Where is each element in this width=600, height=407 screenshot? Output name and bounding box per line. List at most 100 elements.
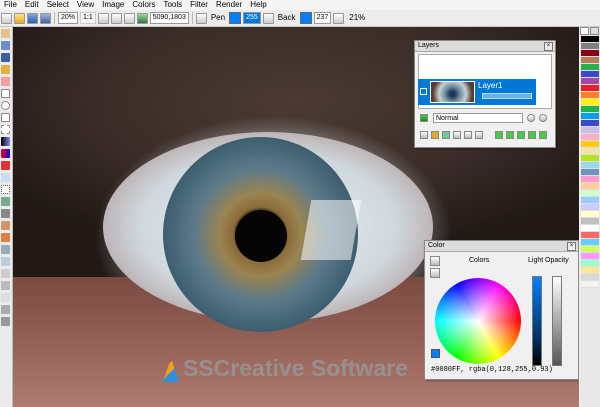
eyedropper-icon[interactable] <box>195 12 207 24</box>
palette-swatch[interactable] <box>581 183 599 190</box>
palette-swatch[interactable] <box>581 176 599 183</box>
menu-colors[interactable]: Colors <box>128 0 159 10</box>
palette-swatch[interactable] <box>581 134 599 141</box>
palette-swatch[interactable] <box>581 267 599 274</box>
palette-swatch[interactable] <box>581 232 599 239</box>
swap-colors-icon[interactable] <box>262 12 274 24</box>
polygon-tool-icon[interactable] <box>1 113 10 122</box>
menu-image[interactable]: Image <box>98 0 128 10</box>
palette-swatch[interactable] <box>581 113 599 120</box>
eraser-tool-icon[interactable] <box>1 77 10 86</box>
palette-swatch[interactable] <box>581 50 599 57</box>
layer-properties-icon[interactable] <box>475 131 483 139</box>
new-file-icon[interactable] <box>1 12 12 24</box>
text-tool-icon[interactable] <box>1 173 10 182</box>
color-value-text[interactable]: #0080FF, rgba(0,128,255,0.93) <box>431 366 553 374</box>
palette-swatch[interactable] <box>581 162 599 169</box>
palette-swatch[interactable] <box>581 253 599 260</box>
menu-select[interactable]: Select <box>43 0 73 10</box>
grid-icon[interactable] <box>333 12 345 24</box>
zoom-fit-icon[interactable] <box>123 12 135 24</box>
line-tool-icon[interactable] <box>1 293 10 302</box>
zoom-out-icon[interactable] <box>527 114 535 122</box>
color-wheel[interactable] <box>435 278 521 364</box>
pencil-tool-icon[interactable] <box>1 41 10 50</box>
blur-tool-icon[interactable] <box>1 269 10 278</box>
palette-swatch[interactable] <box>581 211 599 218</box>
palette-swatch[interactable] <box>581 148 599 155</box>
pen-value-field[interactable]: 255 <box>243 12 261 24</box>
palette-swatch[interactable] <box>581 78 599 85</box>
stamp-tool-icon[interactable] <box>1 161 10 170</box>
menu-filter[interactable]: Filter <box>186 0 212 10</box>
sharpen-tool-icon[interactable] <box>1 281 10 290</box>
rectangle-tool-icon[interactable] <box>1 89 10 98</box>
lasso-tool-icon[interactable] <box>1 125 10 134</box>
image-canvas[interactable]: SSCreative Software Layers × Layer1 Norma… <box>13 27 579 407</box>
brush-tool-icon[interactable] <box>1 53 10 62</box>
palette-swatch[interactable] <box>581 64 599 71</box>
palette-swatch[interactable] <box>581 99 599 106</box>
zoom-field[interactable]: 20% <box>58 12 79 24</box>
flip-horizontal-icon[interactable] <box>517 131 525 139</box>
back-color-swatch[interactable] <box>299 12 312 24</box>
delete-layer-icon[interactable] <box>464 131 472 139</box>
layer-opacity-bar[interactable] <box>482 93 532 99</box>
palette-icon[interactable] <box>430 256 440 266</box>
close-icon[interactable]: × <box>567 242 576 251</box>
menu-edit[interactable]: Edit <box>21 0 43 10</box>
rotate-layer-icon[interactable] <box>539 131 547 139</box>
palette-swatch[interactable] <box>581 57 599 64</box>
current-color-swatch[interactable] <box>431 349 440 358</box>
eyedropper-tool-icon[interactable] <box>1 221 10 230</box>
ellipse-tool-icon[interactable] <box>1 101 10 110</box>
color-tool-icon[interactable] <box>1 149 10 158</box>
back-value-field[interactable]: 237 <box>313 12 332 24</box>
menu-help[interactable]: Help <box>246 0 270 10</box>
palette-swatch[interactable] <box>581 127 599 134</box>
palette-swatch[interactable] <box>581 197 599 204</box>
layer-visible-checkbox[interactable] <box>420 88 427 95</box>
new-layer-icon[interactable] <box>420 131 428 139</box>
select-tool-icon[interactable] <box>1 185 10 194</box>
move-down-icon[interactable] <box>495 131 503 139</box>
effect-tool-icon[interactable] <box>1 245 10 254</box>
close-icon[interactable]: × <box>544 42 553 51</box>
settings-tool-icon[interactable] <box>1 305 10 314</box>
palette-swatch[interactable] <box>581 225 599 232</box>
layer-row-selected[interactable]: Layer1 <box>418 79 536 105</box>
menu-tools[interactable]: Tools <box>159 0 186 10</box>
duplicate-layer-icon[interactable] <box>442 131 450 139</box>
ratio-button[interactable]: 1:1 <box>80 12 96 24</box>
zoom-in-icon[interactable] <box>97 12 109 24</box>
gradient-tool-icon[interactable] <box>1 137 10 146</box>
merge-layer-icon[interactable] <box>453 131 461 139</box>
save-all-icon[interactable] <box>40 12 51 24</box>
open-folder-icon[interactable] <box>14 12 25 24</box>
flip-vertical-icon[interactable] <box>528 131 536 139</box>
palette-swatch[interactable] <box>581 274 599 281</box>
opacity-slider[interactable] <box>552 276 562 366</box>
zoom-out-icon[interactable] <box>110 12 122 24</box>
palette-swatch[interactable] <box>581 141 599 148</box>
palette-swatch[interactable] <box>581 239 599 246</box>
palette-swatch[interactable] <box>581 120 599 127</box>
palette-swatch[interactable] <box>581 246 599 253</box>
hand-tool-icon[interactable] <box>1 29 10 38</box>
move-up-icon[interactable] <box>506 131 514 139</box>
palette-swatch[interactable] <box>581 204 599 211</box>
palette-swatch[interactable] <box>581 71 599 78</box>
light-slider[interactable] <box>532 276 542 366</box>
open-layer-icon[interactable] <box>431 131 439 139</box>
palette-swatch[interactable] <box>581 281 599 288</box>
save-icon[interactable] <box>27 12 38 24</box>
palette-swatch[interactable] <box>581 85 599 92</box>
menu-view[interactable]: View <box>73 0 98 10</box>
sparkle-tool-icon[interactable] <box>1 257 10 266</box>
palette-swatch[interactable] <box>581 43 599 50</box>
palette-menu-icon[interactable] <box>590 27 599 35</box>
zoom-in-icon[interactable] <box>539 114 547 122</box>
palette-swatch[interactable] <box>581 106 599 113</box>
move-tool-icon[interactable] <box>1 209 10 218</box>
blend-mode-select[interactable]: Normal <box>433 113 523 123</box>
